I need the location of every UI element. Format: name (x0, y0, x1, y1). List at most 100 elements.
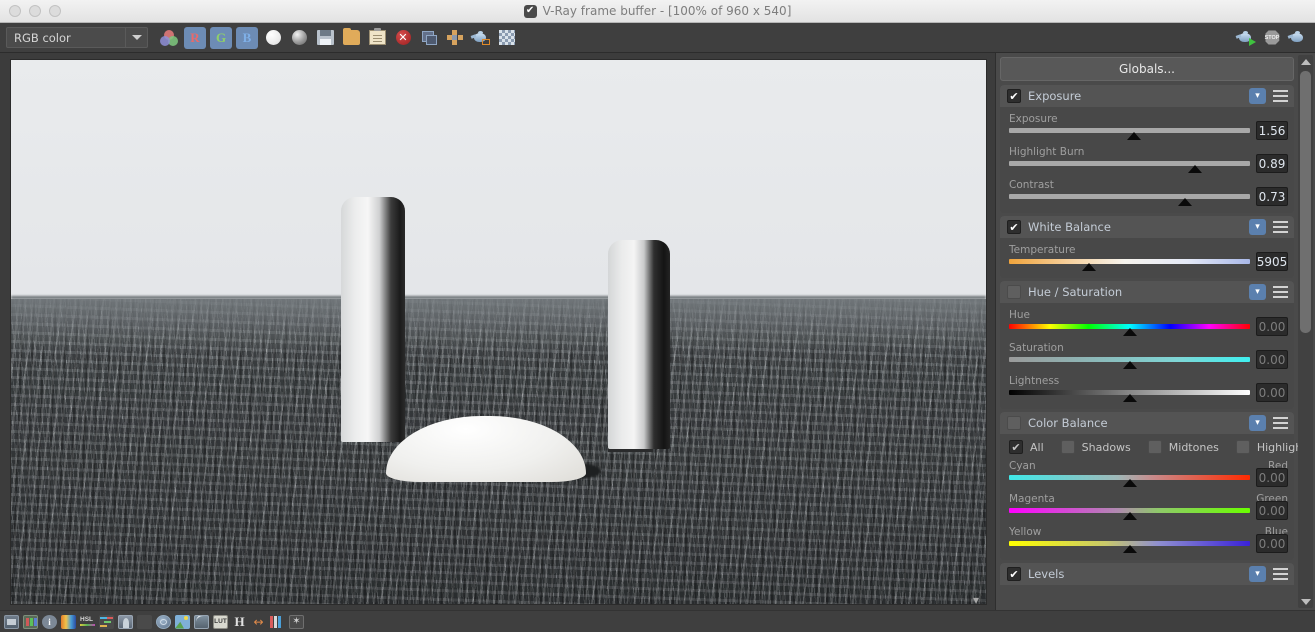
range-checkbox-shadows[interactable] (1060, 440, 1075, 454)
alpha-white-button[interactable] (262, 27, 284, 49)
double-chevron-down-icon[interactable]: ▾ (1249, 284, 1266, 300)
scroll-up-arrow-icon[interactable] (1298, 55, 1313, 68)
section-levels-checkbox[interactable]: ✔ (1007, 567, 1021, 581)
section-color-balance-checkbox[interactable] (1007, 416, 1021, 430)
pan-region-icon[interactable] (444, 27, 466, 49)
scrollbar-thumb[interactable] (1300, 71, 1311, 333)
copy-clipboard-icon[interactable] (366, 27, 388, 49)
hsl-icon[interactable]: HSL (80, 615, 95, 629)
color-balance-icon[interactable] (99, 614, 114, 629)
slider-track-lightness[interactable] (1009, 390, 1250, 402)
hue-icon[interactable]: H (232, 614, 247, 629)
exposure-icon[interactable] (61, 614, 76, 629)
slider-value-temperature[interactable]: 5905 (1256, 252, 1288, 271)
slider-track-contrast[interactable] (1009, 194, 1250, 206)
checker-background-icon[interactable] (496, 27, 518, 49)
hamburger-menu-icon[interactable] (1273, 568, 1288, 580)
render-last-button[interactable] (1287, 27, 1309, 49)
hamburger-menu-icon[interactable] (1273, 417, 1288, 429)
slider-handle-highlight-burn[interactable] (1187, 165, 1202, 173)
slider-value-cyan-red[interactable]: 0.00 (1256, 468, 1288, 487)
range-checkbox-highlights[interactable] (1235, 440, 1250, 454)
slider-track-exposure[interactable] (1009, 128, 1250, 140)
slider-track-cyan-red[interactable] (1009, 475, 1250, 487)
hamburger-menu-icon[interactable] (1273, 286, 1288, 298)
slider-track-yellow-blue[interactable] (1009, 541, 1250, 553)
channel-select[interactable]: RGB color (6, 27, 148, 48)
alpha-gradient-button[interactable] (288, 27, 310, 49)
close-button[interactable] (9, 5, 21, 17)
slider-value-highlight-burn[interactable]: 0.89 (1256, 154, 1288, 173)
double-chevron-down-icon[interactable]: ▾ (1249, 88, 1266, 104)
section-hue-saturation-checkbox[interactable] (1007, 285, 1021, 299)
chevron-down-icon[interactable] (125, 28, 147, 47)
clear-image-icon[interactable]: ✕ (392, 27, 414, 49)
canvas-expand-chevron-down-icon[interactable]: ▾ (973, 594, 979, 606)
slider-handle-hue[interactable] (1122, 328, 1137, 336)
panel-scrollbar[interactable] (1298, 55, 1313, 608)
section-levels-header[interactable]: ✔ Levels ▾ (1000, 563, 1294, 585)
slider-value-magenta-green[interactable]: 0.00 (1256, 501, 1288, 520)
section-exposure-header[interactable]: ✔ Exposure ▾ (1000, 85, 1294, 107)
lut-icon[interactable]: LUT (213, 614, 228, 629)
blue-channel-button[interactable]: B (236, 26, 258, 49)
range-option-midtones[interactable]: Midtones (1147, 440, 1219, 454)
slider-handle-contrast[interactable] (1177, 198, 1192, 206)
curve-editor-icon[interactable] (194, 614, 209, 629)
double-chevron-down-icon[interactable]: ▾ (1249, 415, 1266, 431)
slider-value-lightness[interactable]: 0.00 (1256, 383, 1288, 402)
background-image-icon[interactable] (4, 614, 19, 629)
green-channel-button[interactable]: G (210, 26, 232, 49)
hamburger-menu-icon[interactable] (1273, 90, 1288, 102)
section-color-balance-header[interactable]: Color Balance ▾ (1000, 412, 1294, 434)
info-icon[interactable]: i (42, 614, 57, 629)
zoom-button[interactable] (49, 5, 61, 17)
channels-icon[interactable] (270, 615, 285, 629)
slider-value-contrast[interactable]: 0.73 (1256, 187, 1288, 206)
hamburger-menu-icon[interactable] (1273, 221, 1288, 233)
globals-button[interactable]: Globals... (1000, 57, 1294, 81)
range-checkbox-all[interactable]: ✔ (1009, 440, 1023, 454)
save-image-icon[interactable] (314, 27, 336, 49)
slider-value-yellow-blue[interactable]: 0.00 (1256, 534, 1288, 553)
levels-icon[interactable] (118, 614, 133, 629)
render-button[interactable] (1235, 27, 1257, 49)
resize-region-icon[interactable] (418, 27, 440, 49)
bloom-glare-icon[interactable] (175, 614, 190, 629)
denoiser-icon[interactable]: ✶ (289, 614, 304, 629)
section-exposure-checkbox[interactable]: ✔ (1007, 89, 1021, 103)
scroll-down-arrow-icon[interactable] (1298, 595, 1313, 608)
render-last-icon[interactable] (470, 27, 492, 49)
slider-track-temperature[interactable] (1009, 259, 1250, 271)
slider-handle-yellow-blue[interactable] (1122, 545, 1137, 553)
minimize-button[interactable] (29, 5, 41, 17)
slider-value-hue[interactable]: 0.00 (1256, 317, 1288, 336)
curve-icon[interactable] (137, 614, 152, 629)
range-option-all[interactable]: ✔ All (1009, 440, 1044, 454)
color-channels-icon[interactable] (158, 27, 180, 49)
double-chevron-down-icon[interactable]: ▾ (1249, 219, 1266, 235)
range-option-shadows[interactable]: Shadows (1060, 440, 1131, 454)
open-image-icon[interactable] (340, 27, 362, 49)
range-checkbox-midtones[interactable] (1147, 440, 1162, 454)
slider-handle-lightness[interactable] (1122, 394, 1137, 402)
slider-handle-temperature[interactable] (1081, 263, 1096, 271)
slider-handle-magenta-green[interactable] (1122, 512, 1137, 520)
render-canvas[interactable] (10, 59, 987, 605)
color-corrections-icon[interactable] (23, 614, 38, 629)
slider-track-highlight-burn[interactable] (1009, 161, 1250, 173)
slider-value-saturation[interactable]: 0.00 (1256, 350, 1288, 369)
slider-track-hue[interactable] (1009, 324, 1250, 336)
slider-track-saturation[interactable] (1009, 357, 1250, 369)
section-hue-saturation-header[interactable]: Hue / Saturation ▾ (1000, 281, 1294, 303)
slider-handle-cyan-red[interactable] (1122, 479, 1137, 487)
slider-handle-saturation[interactable] (1122, 361, 1137, 369)
stereo-icon[interactable]: ↔ (251, 615, 266, 629)
lens-effects-icon[interactable] (156, 614, 171, 629)
section-white-balance-checkbox[interactable]: ✔ (1007, 220, 1021, 234)
red-channel-button[interactable]: R (184, 26, 206, 49)
slider-handle-exposure[interactable] (1127, 132, 1142, 140)
section-white-balance-header[interactable]: ✔ White Balance ▾ (1000, 216, 1294, 238)
slider-track-magenta-green[interactable] (1009, 508, 1250, 520)
slider-value-exposure[interactable]: 1.56 (1256, 121, 1288, 140)
